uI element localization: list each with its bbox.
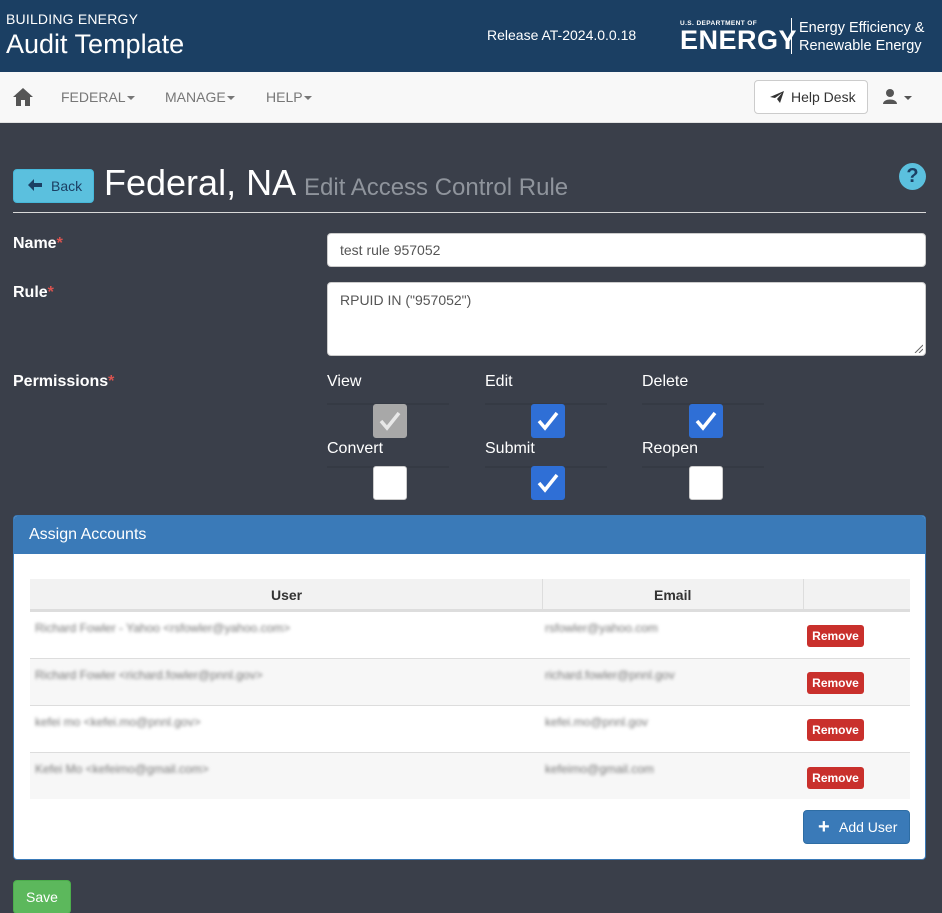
page-title: Federal, NA bbox=[104, 162, 297, 203]
app-title[interactable]: Audit Template bbox=[6, 29, 184, 60]
help-desk-button[interactable]: Help Desk bbox=[754, 80, 868, 114]
top-header: BUILDING ENERGY Audit Template Release A… bbox=[0, 0, 942, 72]
email-cell: richard.fowler@pnnl.gov bbox=[545, 668, 675, 682]
permissions-label-text: Permissions bbox=[13, 373, 109, 390]
name-label: Name* bbox=[13, 235, 63, 253]
eere-line-1: Energy Efficiency & bbox=[799, 20, 925, 36]
back-button-label: Back bbox=[51, 178, 83, 194]
user-menu[interactable] bbox=[882, 88, 914, 108]
user-cell: Kefei Mo <kefeimo@gmail.com> bbox=[35, 762, 209, 776]
permission-edit-label: Edit bbox=[485, 373, 513, 390]
permissions-label: Permissions* bbox=[13, 373, 114, 391]
chevron-down-icon bbox=[303, 96, 312, 101]
permission-reopen-checkbox[interactable] bbox=[689, 466, 723, 500]
column-header-user[interactable]: User bbox=[271, 587, 302, 603]
name-label-text: Name bbox=[13, 235, 57, 252]
accounts-table-header: User Email bbox=[30, 579, 910, 611]
email-cell: rsfowler@yahoo.com bbox=[545, 621, 658, 635]
checkmark-icon bbox=[695, 411, 717, 431]
resize-handle-icon[interactable] bbox=[914, 344, 923, 353]
permission-delete-label: Delete bbox=[642, 373, 689, 390]
permission-reopen-label: Reopen bbox=[642, 440, 699, 457]
nav-manage-label: MANAGE bbox=[165, 89, 226, 105]
checkmark-icon bbox=[379, 411, 401, 431]
permission-view-label: View bbox=[327, 373, 362, 390]
email-cell: kefei.mo@pnnl.gov bbox=[545, 715, 648, 729]
user-cell: Richard Fowler <richard.fowler@pnnl.gov> bbox=[35, 668, 263, 682]
required-mark: * bbox=[108, 373, 115, 390]
arrow-left-icon bbox=[28, 179, 42, 191]
remove-button[interactable]: Remove bbox=[807, 767, 864, 789]
permission-delete-checkbox[interactable] bbox=[689, 404, 723, 438]
remove-button[interactable]: Remove bbox=[807, 672, 864, 694]
doe-logo[interactable]: U.S. DEPARTMENT OF ENERGY Energy Efficie… bbox=[680, 18, 930, 58]
chevron-down-icon bbox=[226, 96, 235, 101]
permission-submit-label: Submit bbox=[485, 440, 535, 457]
column-separator bbox=[542, 579, 543, 611]
email-cell: kefeimo@gmail.com bbox=[545, 762, 654, 776]
plus-icon: + bbox=[818, 816, 830, 838]
release-version: Release AT-2024.0.0.18 bbox=[487, 27, 637, 43]
back-button[interactable]: Back bbox=[13, 169, 94, 203]
remove-button[interactable]: Remove bbox=[807, 719, 864, 741]
add-user-label: Add User bbox=[839, 819, 898, 835]
table-row: Richard Fowler - Yahoo <rsfowler@yahoo.c… bbox=[30, 611, 910, 658]
nav-help-label: HELP bbox=[266, 89, 303, 105]
help-desk-label: Help Desk bbox=[791, 89, 856, 105]
user-cell: Richard Fowler - Yahoo <rsfowler@yahoo.c… bbox=[35, 621, 291, 635]
permission-convert-label: Convert bbox=[327, 440, 384, 457]
table-row: Kefei Mo <kefeimo@gmail.com> kefeimo@gma… bbox=[30, 752, 910, 799]
question-circle-icon[interactable]: ? bbox=[899, 163, 926, 190]
rule-textarea[interactable]: RPUID IN ("957052") bbox=[327, 282, 926, 356]
chevron-down-icon bbox=[904, 96, 912, 100]
remove-button[interactable]: Remove bbox=[807, 625, 864, 647]
required-mark: * bbox=[56, 235, 63, 252]
chevron-down-icon bbox=[126, 96, 135, 101]
permission-edit-checkbox[interactable] bbox=[531, 404, 565, 438]
assign-accounts-panel: Assign Accounts User Email Richard Fowle… bbox=[13, 515, 926, 860]
panel-heading: Assign Accounts bbox=[14, 516, 925, 554]
eere-line-2: Renewable Energy bbox=[799, 38, 922, 54]
name-input[interactable]: test rule 957052 bbox=[327, 233, 926, 267]
table-row: kefei mo <kefei.mo@pnnl.gov> kefei.mo@pn… bbox=[30, 705, 910, 752]
nav-federal[interactable]: FEDERAL bbox=[61, 89, 135, 105]
checkmark-icon bbox=[537, 473, 559, 493]
nav-federal-label: FEDERAL bbox=[61, 89, 126, 105]
rule-textarea-value: RPUID IN ("957052") bbox=[340, 292, 472, 308]
permission-view-checkbox bbox=[373, 404, 407, 438]
table-row: Richard Fowler <richard.fowler@pnnl.gov>… bbox=[30, 658, 910, 705]
brand-small-text: BUILDING ENERGY bbox=[6, 11, 139, 27]
doe-logo-wordmark: ENERGY bbox=[680, 25, 798, 55]
permission-submit-checkbox[interactable] bbox=[531, 466, 565, 500]
user-cell: kefei mo <kefei.mo@pnnl.gov> bbox=[35, 715, 201, 729]
eere-text: Energy Efficiency & Renewable Energy bbox=[799, 19, 924, 55]
paper-plane-icon bbox=[770, 91, 784, 103]
permission-convert-checkbox[interactable] bbox=[373, 466, 407, 500]
doe-logo-divider bbox=[791, 18, 792, 54]
add-user-button[interactable]: + Add User bbox=[803, 810, 910, 844]
page-subtitle: Edit Access Control Rule bbox=[304, 174, 569, 201]
panel-title: Assign Accounts bbox=[29, 526, 147, 543]
required-mark: * bbox=[47, 284, 54, 301]
title-divider bbox=[13, 212, 926, 213]
home-icon[interactable] bbox=[12, 87, 34, 107]
main-navbar: FEDERAL MANAGE HELP Help Desk bbox=[0, 72, 942, 123]
nav-help[interactable]: HELP bbox=[266, 89, 312, 105]
column-header-email[interactable]: Email bbox=[654, 587, 691, 603]
user-icon bbox=[883, 89, 897, 104]
column-separator bbox=[803, 579, 804, 611]
save-button[interactable]: Save bbox=[13, 880, 71, 913]
rule-label-text: Rule bbox=[13, 284, 48, 301]
nav-manage[interactable]: MANAGE bbox=[165, 89, 235, 105]
checkmark-icon bbox=[537, 411, 559, 431]
rule-label: Rule* bbox=[13, 284, 54, 302]
